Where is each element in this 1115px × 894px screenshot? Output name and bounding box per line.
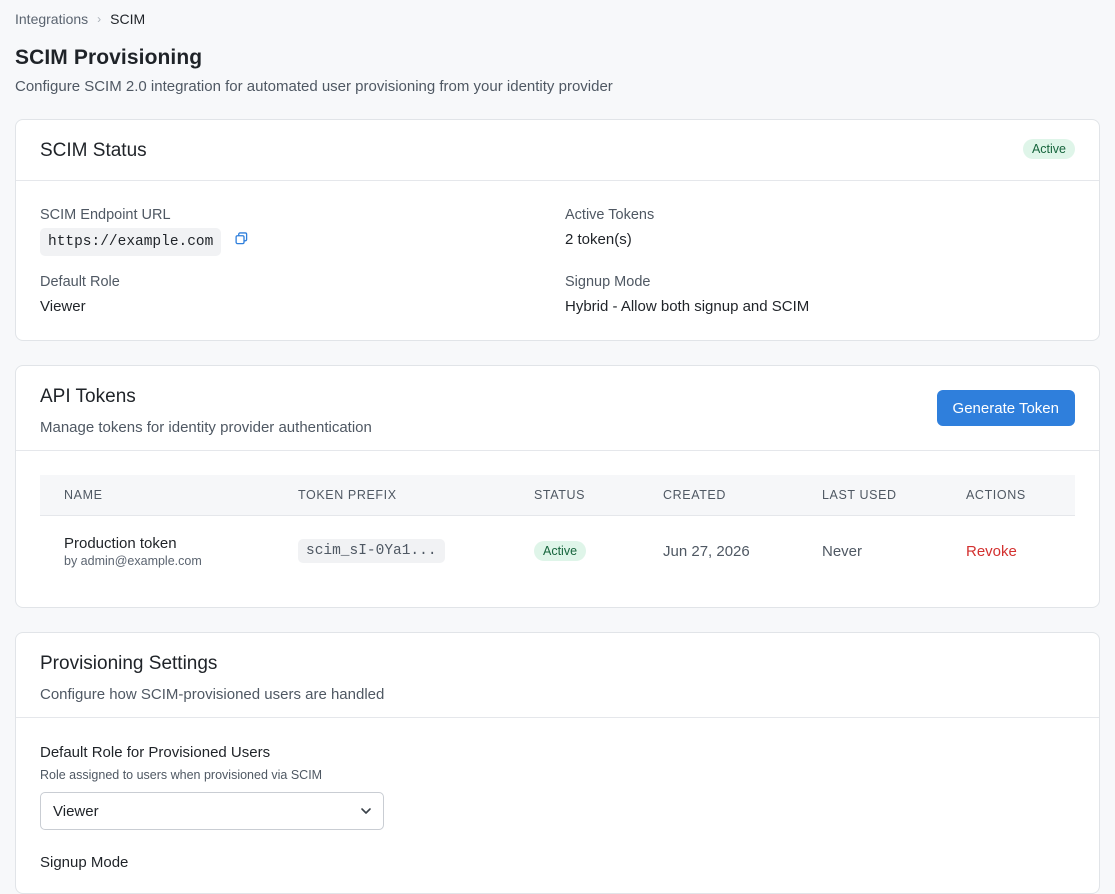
column-header-token-prefix: TOKEN PREFIX <box>274 475 510 516</box>
token-created-by: by admin@example.com <box>64 553 202 568</box>
endpoint-label: SCIM Endpoint URL <box>40 207 171 223</box>
default-role-field-label: Default Role for Provisioned Users <box>40 744 271 761</box>
token-actions-cell: Revoke <box>942 516 1075 587</box>
default-role-label: Default Role <box>40 274 120 290</box>
scim-status-badge: Active <box>1022 139 1075 159</box>
breadcrumb: Integrations › SCIM <box>15 0 1100 38</box>
signup-mode-label: Signup Mode <box>565 274 651 290</box>
column-header-actions: ACTIONS <box>942 475 1075 516</box>
token-last-used: Never <box>822 542 863 560</box>
provisioning-settings-description: Configure how SCIM-provisioned users are… <box>40 686 385 703</box>
endpoint-url: https://example.com <box>40 228 222 256</box>
scim-status-header: SCIM Status Active <box>16 120 1099 181</box>
column-header-created: CREATED <box>639 475 798 516</box>
active-tokens-value: 2 token(s) <box>565 231 632 248</box>
scim-status-grid: SCIM Endpoint URL https://example.com Ac… <box>16 181 1099 315</box>
provisioning-settings-header: Provisioning Settings Configure how SCIM… <box>16 633 1099 718</box>
default-role-select-value: Viewer <box>53 802 99 820</box>
active-tokens-label: Active Tokens <box>565 207 655 223</box>
column-header-name: NAME <box>40 475 274 516</box>
endpoint-row: https://example.com <box>40 228 565 256</box>
provisioning-settings-card: Provisioning Settings Configure how SCIM… <box>15 632 1100 894</box>
tokens-table: NAME TOKEN PREFIX STATUS CREATED LAST US… <box>40 475 1075 586</box>
default-role-value: Viewer <box>40 298 86 315</box>
api-tokens-title: API Tokens <box>40 386 136 407</box>
default-role-select[interactable]: Viewer <box>40 792 384 830</box>
copy-icon[interactable] <box>235 232 248 250</box>
endpoint-field: SCIM Endpoint URL https://example.com <box>40 207 565 256</box>
default-role-field: Default Role Viewer <box>40 274 565 315</box>
breadcrumb-integrations-link[interactable]: Integrations <box>15 11 88 27</box>
token-status-badge: Active <box>534 541 587 561</box>
page: Integrations › SCIM SCIM Provisioning Co… <box>0 0 1115 894</box>
signup-mode-value: Hybrid - Allow both signup and SCIM <box>565 298 810 315</box>
revoke-token-button[interactable]: Revoke <box>966 543 1017 560</box>
token-status-cell: Active <box>510 516 639 587</box>
page-title: SCIM Provisioning <box>15 46 203 69</box>
provisioning-settings-title: Provisioning Settings <box>40 653 218 674</box>
chevron-down-icon <box>359 804 373 822</box>
active-tokens-field: Active Tokens 2 token(s) <box>565 207 1075 256</box>
token-prefix-cell: scim_sI-0Ya1... <box>274 516 510 587</box>
scim-status-card: SCIM Status Active SCIM Endpoint URL htt… <box>15 119 1100 341</box>
provisioning-settings-body: Default Role for Provisioned Users Role … <box>16 718 1099 871</box>
column-header-last-used: LAST USED <box>798 475 942 516</box>
signup-mode-field-label: Signup Mode <box>40 854 129 871</box>
breadcrumb-current: SCIM <box>110 11 146 27</box>
default-role-field-help: Role assigned to users when provisioned … <box>40 768 323 782</box>
signup-mode-field: Signup Mode Hybrid - Allow both signup a… <box>565 274 1075 315</box>
scim-status-title: SCIM Status <box>40 140 147 161</box>
api-tokens-description: Manage tokens for identity provider auth… <box>40 419 372 436</box>
api-tokens-header: API Tokens Manage tokens for identity pr… <box>16 366 1099 451</box>
token-name-cell: Production token by admin@example.com <box>40 516 274 587</box>
page-subtitle: Configure SCIM 2.0 integration for autom… <box>15 78 613 95</box>
api-tokens-card: API Tokens Manage tokens for identity pr… <box>15 365 1100 608</box>
tokens-table-header: NAME TOKEN PREFIX STATUS CREATED LAST US… <box>40 475 1075 516</box>
breadcrumb-separator: › <box>97 12 102 26</box>
token-prefix: scim_sI-0Ya1... <box>298 539 445 563</box>
token-created: Jun 27, 2026 <box>663 542 750 560</box>
token-name: Production token <box>64 534 177 552</box>
table-row: Production token by admin@example.com sc… <box>40 516 1075 587</box>
generate-token-button[interactable]: Generate Token <box>936 390 1075 426</box>
column-header-status: STATUS <box>510 475 639 516</box>
